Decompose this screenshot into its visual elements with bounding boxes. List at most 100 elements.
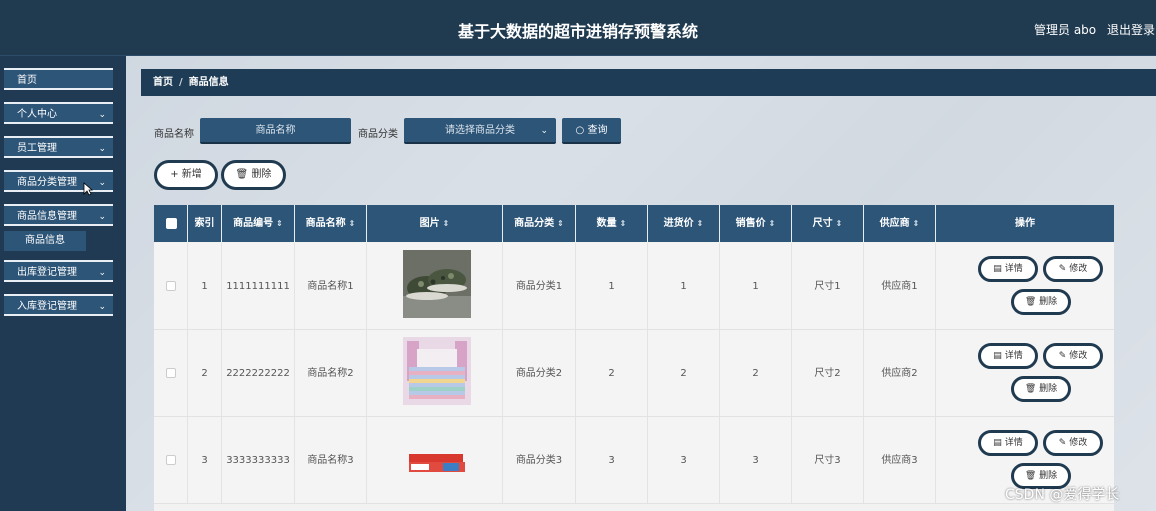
- logout-link[interactable]: 退出登录: [1107, 21, 1155, 38]
- plus-icon: +: [170, 169, 179, 180]
- sidebar-item-personal-center[interactable]: 个人中心 ⌄: [4, 102, 113, 124]
- delete-button[interactable]: 🗑 删除: [1011, 376, 1071, 402]
- sidebar-item-inbound[interactable]: 入库登记管理 ⌄: [4, 294, 113, 316]
- sort-icon: ⇕: [768, 219, 776, 228]
- edit-button[interactable]: ✎ 修改: [1043, 343, 1103, 369]
- search-button[interactable]: ○ 查询: [562, 118, 621, 144]
- header-code[interactable]: 商品编号 ⇕: [222, 205, 295, 242]
- detail-button[interactable]: ▤ 详情: [978, 343, 1038, 369]
- edit-button[interactable]: ✎ 修改: [1043, 256, 1103, 282]
- table-row: 2 2222222222 商品名称2 商品分类2 2 2 2 尺寸2 供应商2 …: [154, 330, 1114, 417]
- sort-icon: ⇕: [619, 219, 627, 228]
- cell-category: 商品分类2: [503, 330, 576, 417]
- detail-button[interactable]: ▤ 详情: [978, 256, 1038, 282]
- cell-actions: ▤ 详情 ✎ 修改 🗑 删除: [936, 330, 1114, 417]
- delete-button[interactable]: 🗑 删除: [1011, 289, 1071, 315]
- cell-buy-price: 3: [648, 417, 720, 504]
- watermark: CSDN @爱得学长: [1005, 487, 1120, 503]
- sidebar-item-staff[interactable]: 员工管理 ⌄: [4, 136, 113, 158]
- sidebar: 首页 个人中心 ⌄ 员工管理 ⌄ 商品分类管理 ⌄ 商品信息管理 ⌄ 商品信息 …: [0, 56, 126, 511]
- header-actions: 操作: [1015, 218, 1035, 229]
- cell-code: 2222222222: [222, 330, 295, 417]
- product-name-label: 商品名称: [154, 129, 194, 140]
- pencil-icon: ✎: [1058, 351, 1067, 361]
- cell-supplier: 供应商2: [864, 330, 936, 417]
- category-select-placeholder: 请选择商品分类: [445, 125, 515, 136]
- chevron-down-icon: ⌄: [98, 110, 106, 120]
- add-button[interactable]: + 新增: [154, 160, 218, 190]
- category-select[interactable]: 请选择商品分类 ⌄: [404, 118, 556, 144]
- document-icon: ▤: [993, 351, 1002, 361]
- header-quantity[interactable]: 数量 ⇕: [576, 205, 648, 242]
- cell-quantity: 2: [576, 330, 648, 417]
- sidebar-subitem-product-info[interactable]: 商品信息: [4, 231, 86, 251]
- cell-index: 2: [188, 330, 222, 417]
- detail-button[interactable]: ▤ 详情: [978, 430, 1038, 456]
- header-image[interactable]: 图片 ⇕: [367, 205, 503, 242]
- sidebar-item-label: 员工管理: [17, 143, 57, 154]
- select-all-checkbox[interactable]: [166, 218, 177, 229]
- cell-code: 3333333333: [222, 417, 295, 504]
- cell-buy-price: 1: [648, 243, 720, 330]
- row-checkbox[interactable]: [166, 368, 176, 378]
- chevron-down-icon: ⌄: [540, 126, 548, 136]
- header-category[interactable]: 商品分类 ⇕: [503, 205, 576, 242]
- chevron-down-icon: ⌄: [98, 268, 106, 278]
- main-content: 首页 / 商品信息 商品名称 商品名称 商品分类 请选择商品分类 ⌄ ○ 查询 + …: [126, 56, 1156, 511]
- breadcrumb-home[interactable]: 首页: [153, 77, 173, 88]
- sidebar-item-product-mgmt[interactable]: 商品信息管理 ⌄: [4, 204, 113, 226]
- sidebar-item-label: 商品分类管理: [17, 177, 77, 188]
- sidebar-item-home[interactable]: 首页: [4, 68, 113, 90]
- sidebar-item-outbound[interactable]: 出库登记管理 ⌄: [4, 260, 113, 282]
- chevron-down-icon: ⌄: [98, 178, 106, 188]
- header-select-all[interactable]: [154, 205, 188, 242]
- app-title: 基于大数据的超市进销存预警系统: [457, 22, 698, 41]
- document-icon: ▤: [993, 438, 1002, 448]
- header-supplier[interactable]: 供应商 ⇕: [864, 205, 936, 242]
- sidebar-item-label: 商品信息: [25, 235, 65, 246]
- sidebar-item-category-mgmt[interactable]: 商品分类管理 ⌄: [4, 170, 113, 192]
- table-row: 3 3333333333 商品名称3 商品分类3 3 3 3 尺寸3 供应商3 …: [154, 417, 1114, 504]
- cell-quantity: 1: [576, 243, 648, 330]
- header-buy-price[interactable]: 进货价 ⇕: [648, 205, 720, 242]
- cell-size: 尺寸3: [792, 417, 864, 504]
- trash-icon: 🗑: [1024, 384, 1037, 394]
- cell-supplier: 供应商3: [864, 417, 936, 504]
- chevron-down-icon: ⌄: [98, 212, 106, 222]
- product-name-input[interactable]: 商品名称: [200, 118, 351, 144]
- sidebar-item-label: 个人中心: [17, 109, 57, 120]
- header-size[interactable]: 尺寸 ⇕: [792, 205, 864, 242]
- bulk-delete-button[interactable]: 🗑 删除: [221, 160, 286, 190]
- header-index: 索引: [188, 205, 222, 242]
- cell-name: 商品名称3: [295, 417, 367, 504]
- trash-icon: 🗑: [235, 169, 249, 180]
- cell-buy-price: 2: [648, 330, 720, 417]
- sort-icon: ⇕: [557, 219, 564, 228]
- cell-size: 尺寸2: [792, 330, 864, 417]
- sort-icon: ⇕: [696, 219, 704, 228]
- header-name[interactable]: 商品名称 ⇕: [295, 205, 367, 242]
- sidebar-item-label: 出库登记管理: [17, 267, 77, 278]
- row-checkbox[interactable]: [166, 281, 176, 291]
- trash-icon: 🗑: [1024, 297, 1037, 307]
- sidebar-item-label: 入库登记管理: [17, 301, 77, 312]
- table-row: 1 1111111111 商品名称1 商品分类1 1 1 1 尺寸1 供应商1 …: [154, 243, 1114, 330]
- cell-supplier: 供应商1: [864, 243, 936, 330]
- admin-label[interactable]: 管理员 abo: [1034, 21, 1096, 38]
- cell-sell-price: 1: [720, 243, 792, 330]
- trash-icon: 🗑: [1024, 471, 1037, 481]
- sort-icon: ⇕: [348, 219, 356, 228]
- header-sell-price[interactable]: 销售价 ⇕: [720, 205, 792, 242]
- cell-sell-price: 2: [720, 330, 792, 417]
- search-button-label: 查询: [587, 125, 608, 136]
- top-header: 基于大数据的超市进销存预警系统 管理员 abo 退出登录: [0, 0, 1156, 56]
- cell-index: 3: [188, 417, 222, 504]
- cell-index: 1: [188, 243, 222, 330]
- add-button-label: 新增: [181, 169, 202, 180]
- edit-button[interactable]: ✎ 修改: [1043, 430, 1103, 456]
- product-table: 索引 商品编号 ⇕ 商品名称 ⇕ 图片 ⇕ 商品分类 ⇕ 数量 ⇕ 进货价 ⇕ 销售价 ⇕ 尺…: [154, 205, 1114, 511]
- cell-category: 商品分类3: [503, 417, 576, 504]
- row-checkbox[interactable]: [166, 455, 176, 465]
- cell-category: 商品分类1: [503, 243, 576, 330]
- cell-name: 商品名称1: [295, 243, 367, 330]
